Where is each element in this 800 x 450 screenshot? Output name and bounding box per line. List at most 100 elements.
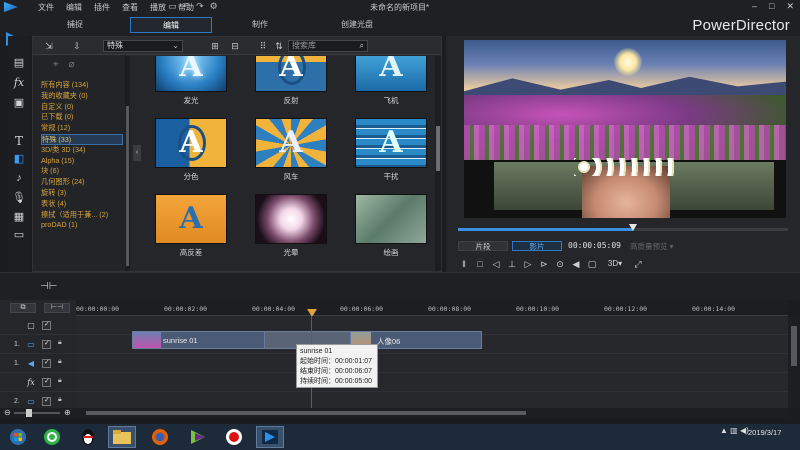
taskbar-clock[interactable]: 2019/3/17 bbox=[748, 428, 781, 437]
transition-tile[interactable]: A 反射 bbox=[255, 56, 327, 106]
timeline-vertical-scrollbar[interactable] bbox=[788, 316, 800, 408]
play-icon[interactable]: ‖ bbox=[458, 258, 470, 270]
tray-expand-icon[interactable]: ▲ bbox=[720, 426, 728, 435]
track-lock-icon[interactable]: 🔒︎ bbox=[58, 358, 66, 368]
track-enable-checkbox[interactable] bbox=[42, 339, 51, 349]
track-lane[interactable] bbox=[76, 354, 788, 373]
track-enable-checkbox[interactable] bbox=[42, 377, 51, 387]
taskbar-qq[interactable] bbox=[74, 426, 102, 448]
track-enable-checkbox[interactable] bbox=[42, 320, 51, 330]
previous-frame-icon[interactable]: ◁ bbox=[490, 258, 502, 270]
tab-capture[interactable]: 捕捉 bbox=[40, 17, 110, 33]
taskbar-firefox[interactable] bbox=[146, 426, 174, 448]
taskbar-recorder[interactable] bbox=[220, 426, 248, 448]
category-item[interactable]: 表状 (4) bbox=[41, 199, 123, 210]
transition-tile[interactable]: A 风车 bbox=[255, 118, 327, 182]
category-item[interactable]: 常规 (12) bbox=[41, 123, 123, 134]
import-media-icon[interactable]: ⇲ bbox=[43, 40, 55, 52]
track-enable-checkbox[interactable] bbox=[42, 358, 51, 368]
redo-icon[interactable]: ↷ bbox=[196, 1, 204, 12]
close-icon[interactable]: ✕ bbox=[786, 1, 794, 12]
category-scrollbar-thumb[interactable] bbox=[126, 106, 129, 266]
pip-room-icon[interactable]: ▣ bbox=[12, 96, 26, 110]
undock-icon[interactable]: ⤢ bbox=[632, 258, 644, 270]
category-item[interactable]: 所有内容 (134) bbox=[41, 80, 123, 91]
voiceover-mic-icon[interactable]: 🎙 bbox=[12, 191, 26, 205]
preview-window[interactable] bbox=[464, 40, 786, 218]
track-lock-icon[interactable]: 🔒︎ bbox=[58, 396, 66, 406]
next-frame-icon[interactable]: ▷ bbox=[522, 258, 534, 270]
search-icon[interactable]: ⌕ bbox=[360, 41, 364, 51]
snapshot-icon[interactable]: ⊙ bbox=[554, 258, 566, 270]
fullscreen-toggle-icon[interactable]: ▢ bbox=[586, 258, 598, 270]
category-item[interactable]: 几何图形 (24) bbox=[41, 177, 123, 188]
category-item[interactable]: proDAD (1) bbox=[41, 220, 123, 231]
tab-produce[interactable]: 制作 bbox=[230, 17, 290, 33]
transition-tile[interactable]: 绘画 bbox=[355, 194, 427, 258]
grid-scrollbar[interactable] bbox=[435, 56, 441, 271]
audio-mixing-icon[interactable]: ♪ bbox=[12, 171, 26, 185]
subtitle-room-icon[interactable]: ▭ bbox=[12, 228, 26, 242]
preview-progress-bar[interactable] bbox=[458, 224, 788, 231]
media-room-icon[interactable]: ▤ bbox=[12, 56, 26, 70]
category-item[interactable]: 自定义 (0) bbox=[41, 102, 123, 113]
transition-tile[interactable]: 光晕 bbox=[255, 194, 327, 258]
timeline-horizontal-scrollbar[interactable] bbox=[76, 408, 788, 418]
library-search-input[interactable]: 搜索库 ⌕ bbox=[288, 40, 368, 52]
category-item[interactable]: 旋转 (3) bbox=[41, 188, 123, 199]
preferences-gear-icon[interactable]: ⚙ bbox=[210, 1, 218, 12]
category-item[interactable]: 擦拭（适用于兼... (2) bbox=[41, 210, 123, 221]
track-lock-icon[interactable]: 🔒︎ bbox=[58, 339, 66, 349]
category-item[interactable]: Alpha (15) bbox=[41, 156, 123, 167]
menu-view[interactable]: 查看 bbox=[122, 2, 138, 13]
zoom-slider-track[interactable] bbox=[14, 412, 60, 414]
zoom-out-icon[interactable]: ⊖ bbox=[4, 408, 11, 417]
track-manager-button[interactable]: ⧉ bbox=[10, 303, 36, 313]
timeline-horizontal-scrollbar-thumb[interactable] bbox=[86, 411, 526, 415]
transition-tile[interactable]: A 高反差 bbox=[155, 194, 227, 258]
movie-mode-button[interactable]: 影片 bbox=[512, 241, 562, 251]
zoom-slider-knob[interactable] bbox=[26, 409, 32, 417]
transition-tile[interactable]: A 干扰 bbox=[355, 118, 427, 182]
menu-edit[interactable]: 编辑 bbox=[66, 2, 82, 13]
track-enable-checkbox[interactable] bbox=[42, 396, 51, 406]
start-button[interactable] bbox=[4, 426, 32, 448]
category-item[interactable]: 我的收藏夹 (0) bbox=[41, 91, 123, 102]
fast-forward-icon[interactable]: ⊳ bbox=[538, 258, 550, 270]
taskbar-app-green[interactable] bbox=[38, 426, 66, 448]
category-item[interactable]: 3D/类 3D (34) bbox=[41, 145, 123, 156]
category-dropdown[interactable]: 特殊 ⌄ bbox=[103, 40, 183, 52]
grid-scrollbar-thumb[interactable] bbox=[436, 126, 440, 171]
stop-icon[interactable]: □ bbox=[474, 258, 486, 270]
zoom-in-icon[interactable]: ⊕ bbox=[64, 408, 71, 417]
taskbar-powerdirector[interactable] bbox=[256, 426, 284, 448]
title-room-icon[interactable]: T bbox=[12, 134, 26, 148]
undo-icon[interactable]: ↶ bbox=[183, 1, 191, 12]
track-lane[interactable] bbox=[76, 373, 788, 392]
download-icon[interactable]: ⇩ bbox=[71, 40, 83, 52]
maximize-icon[interactable]: □ bbox=[769, 1, 774, 12]
remove-tag-icon[interactable]: ⌀ bbox=[69, 59, 85, 70]
track-header[interactable]: fx 🔒︎ bbox=[0, 373, 76, 392]
transition-room-icon[interactable]: ◧ bbox=[12, 152, 26, 166]
menu-play[interactable]: 播放 bbox=[150, 2, 166, 13]
track-lock-icon[interactable]: 🔒︎ bbox=[58, 377, 66, 387]
fx-room-icon[interactable]: fx bbox=[12, 76, 26, 90]
keyframe-split-icon[interactable]: ⊣⊢ bbox=[40, 281, 57, 292]
timeline-ruler[interactable]: 00:00:00:00 00:00:02:00 00:00:04:00 00:00:0… bbox=[76, 300, 788, 316]
preview-quality-dropdown[interactable]: 高质量预览 ▾ bbox=[630, 241, 673, 252]
track-header[interactable]: 1. ◀ 🔒︎ bbox=[0, 354, 76, 373]
transition-tile[interactable]: A 分色 bbox=[155, 118, 227, 182]
split-icon[interactable]: ⊥ bbox=[506, 258, 518, 270]
category-item[interactable]: 特殊 (33) bbox=[41, 133, 123, 145]
add-tag-icon[interactable]: ⌖ bbox=[53, 59, 69, 70]
tab-edit[interactable]: 编辑 bbox=[130, 17, 212, 33]
transition-tile[interactable]: A 飞机 bbox=[355, 56, 427, 106]
network-icon[interactable]: ▥ bbox=[730, 426, 738, 435]
sort-icon[interactable]: ⇅ bbox=[273, 40, 285, 52]
fit-timeline-button[interactable]: ⊢⊣ bbox=[44, 303, 70, 313]
transition-tile[interactable]: A 发光 bbox=[155, 56, 227, 106]
track-header[interactable]: 1. ▭ 🔒︎ bbox=[0, 335, 76, 354]
menu-plugins[interactable]: 插件 bbox=[94, 2, 110, 13]
taskbar-file-explorer[interactable] bbox=[108, 426, 136, 448]
